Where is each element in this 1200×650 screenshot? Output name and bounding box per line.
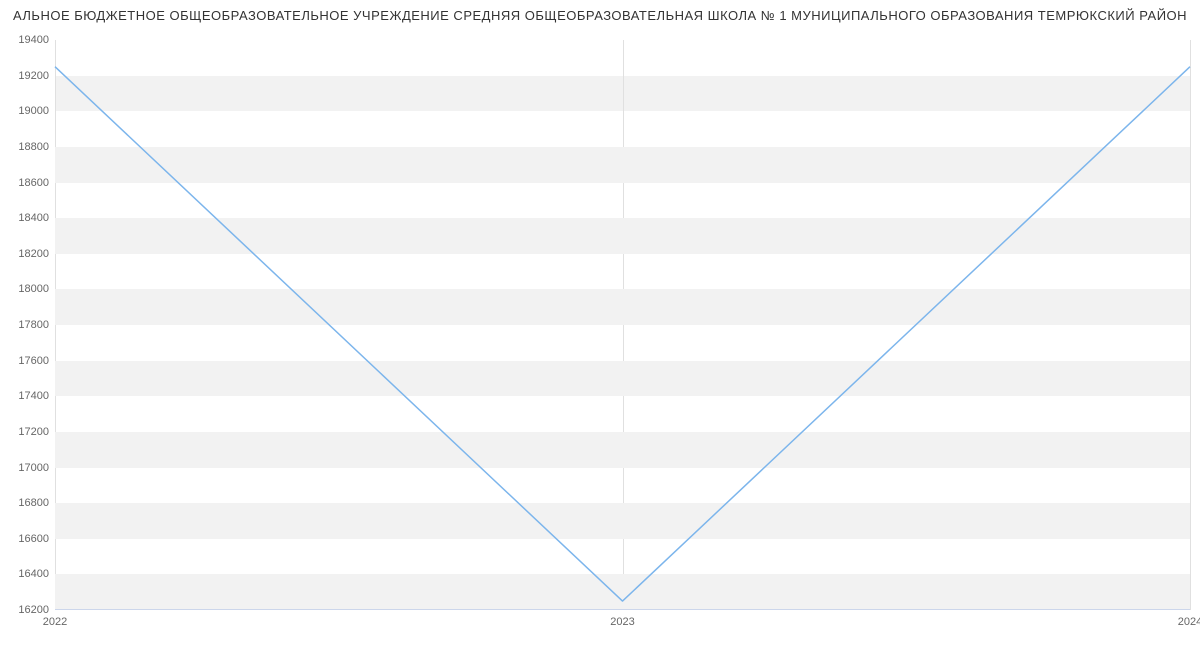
y-tick-label: 17000 [18,462,55,474]
data-series-line [55,67,1190,601]
y-tick-label: 16800 [18,497,55,509]
x-tick-label: 2023 [610,610,634,628]
y-tick-label: 16400 [18,568,55,580]
y-tick-label: 19400 [18,34,55,46]
y-tick-label: 17800 [18,319,55,331]
line-chart-svg [55,40,1190,610]
y-tick-label: 18600 [18,177,55,189]
y-tick-label: 17600 [18,355,55,367]
y-tick-label: 18200 [18,248,55,260]
y-tick-label: 17200 [18,426,55,438]
y-tick-label: 19000 [18,105,55,117]
y-tick-label: 18800 [18,141,55,153]
y-tick-label: 18400 [18,212,55,224]
y-tick-label: 17400 [18,390,55,402]
chart-title: АЛЬНОЕ БЮДЖЕТНОЕ ОБЩЕОБРАЗОВАТЕЛЬНОЕ УЧР… [0,8,1200,23]
grid-line-vertical [1190,40,1191,610]
y-tick-label: 18000 [18,283,55,295]
x-tick-label: 2022 [43,610,67,628]
plot-area: 1620016400166001680017000172001740017600… [55,40,1190,610]
y-tick-label: 19200 [18,70,55,82]
chart-container: АЛЬНОЕ БЮДЖЕТНОЕ ОБЩЕОБРАЗОВАТЕЛЬНОЕ УЧР… [0,0,1200,650]
y-tick-label: 16600 [18,533,55,545]
x-tick-label: 2024 [1178,610,1200,628]
